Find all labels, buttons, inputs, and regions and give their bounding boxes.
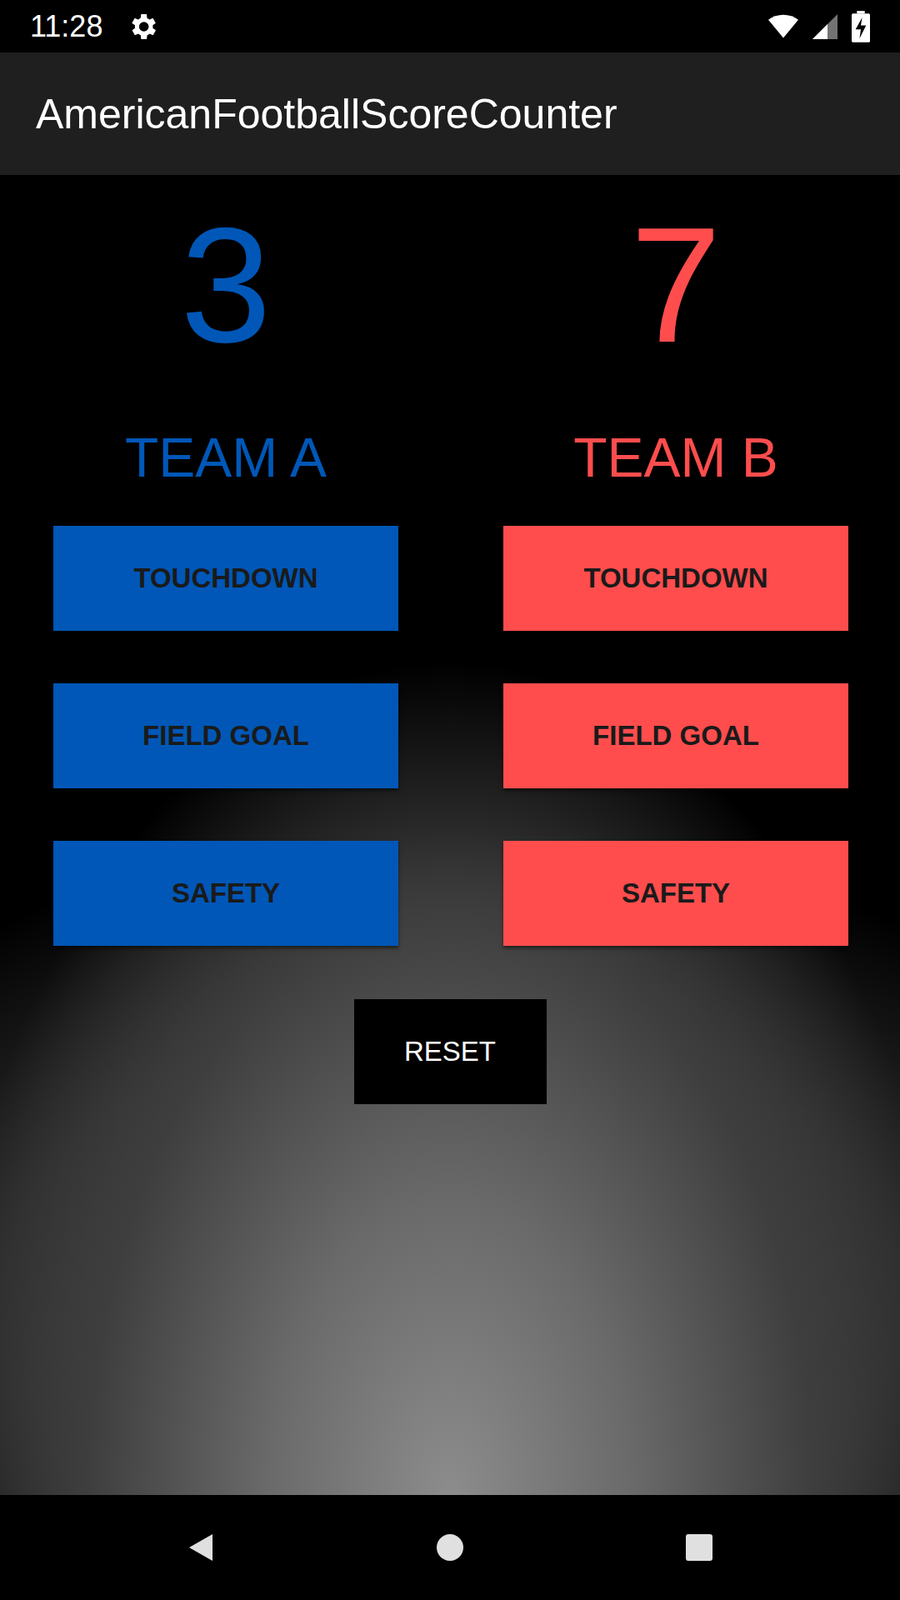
team-column: 3 TEAM A TOUCHDOWN FIELD GOAL SAFETY (53, 202, 399, 946)
app-bar: AmericanFootballScoreCounter (0, 52, 900, 175)
app-title: AmericanFootballScoreCounter (35, 90, 618, 139)
score-button[interactable]: FIELD GOAL (53, 683, 399, 789)
score-button[interactable]: TOUCHDOWN (503, 525, 849, 631)
content-area: 3 TEAM A TOUCHDOWN FIELD GOAL SAFETY 7 TEAM B T… (0, 175, 900, 1495)
settings-gear-icon (125, 10, 160, 44)
signal-icon (810, 11, 840, 42)
status-time: 11:28 (30, 9, 103, 45)
score-button[interactable]: SAFETY (503, 840, 849, 946)
phone-screen: 11:28 AmericanFootballScoreCounter 3 TEAM A… (0, 0, 900, 1600)
score-button[interactable]: TOUCHDOWN (53, 525, 399, 631)
navigation-bar (0, 1495, 900, 1600)
score-button[interactable]: SAFETY (53, 840, 399, 946)
team-score: 7 (630, 202, 721, 370)
reset-button[interactable]: RESET (354, 999, 547, 1105)
home-icon[interactable] (433, 1530, 467, 1565)
score-button[interactable]: FIELD GOAL (503, 683, 849, 789)
wifi-icon (768, 11, 799, 42)
team-score: 3 (180, 202, 271, 370)
status-bar: 11:28 (0, 0, 900, 53)
back-icon[interactable] (184, 1530, 218, 1565)
team-name: TEAM A (125, 424, 327, 491)
recents-icon[interactable] (682, 1530, 716, 1565)
team-name: TEAM B (573, 424, 779, 491)
team-column: 7 TEAM B TOUCHDOWN FIELD GOAL SAFETY (503, 202, 849, 946)
battery-charging-icon (851, 10, 870, 43)
